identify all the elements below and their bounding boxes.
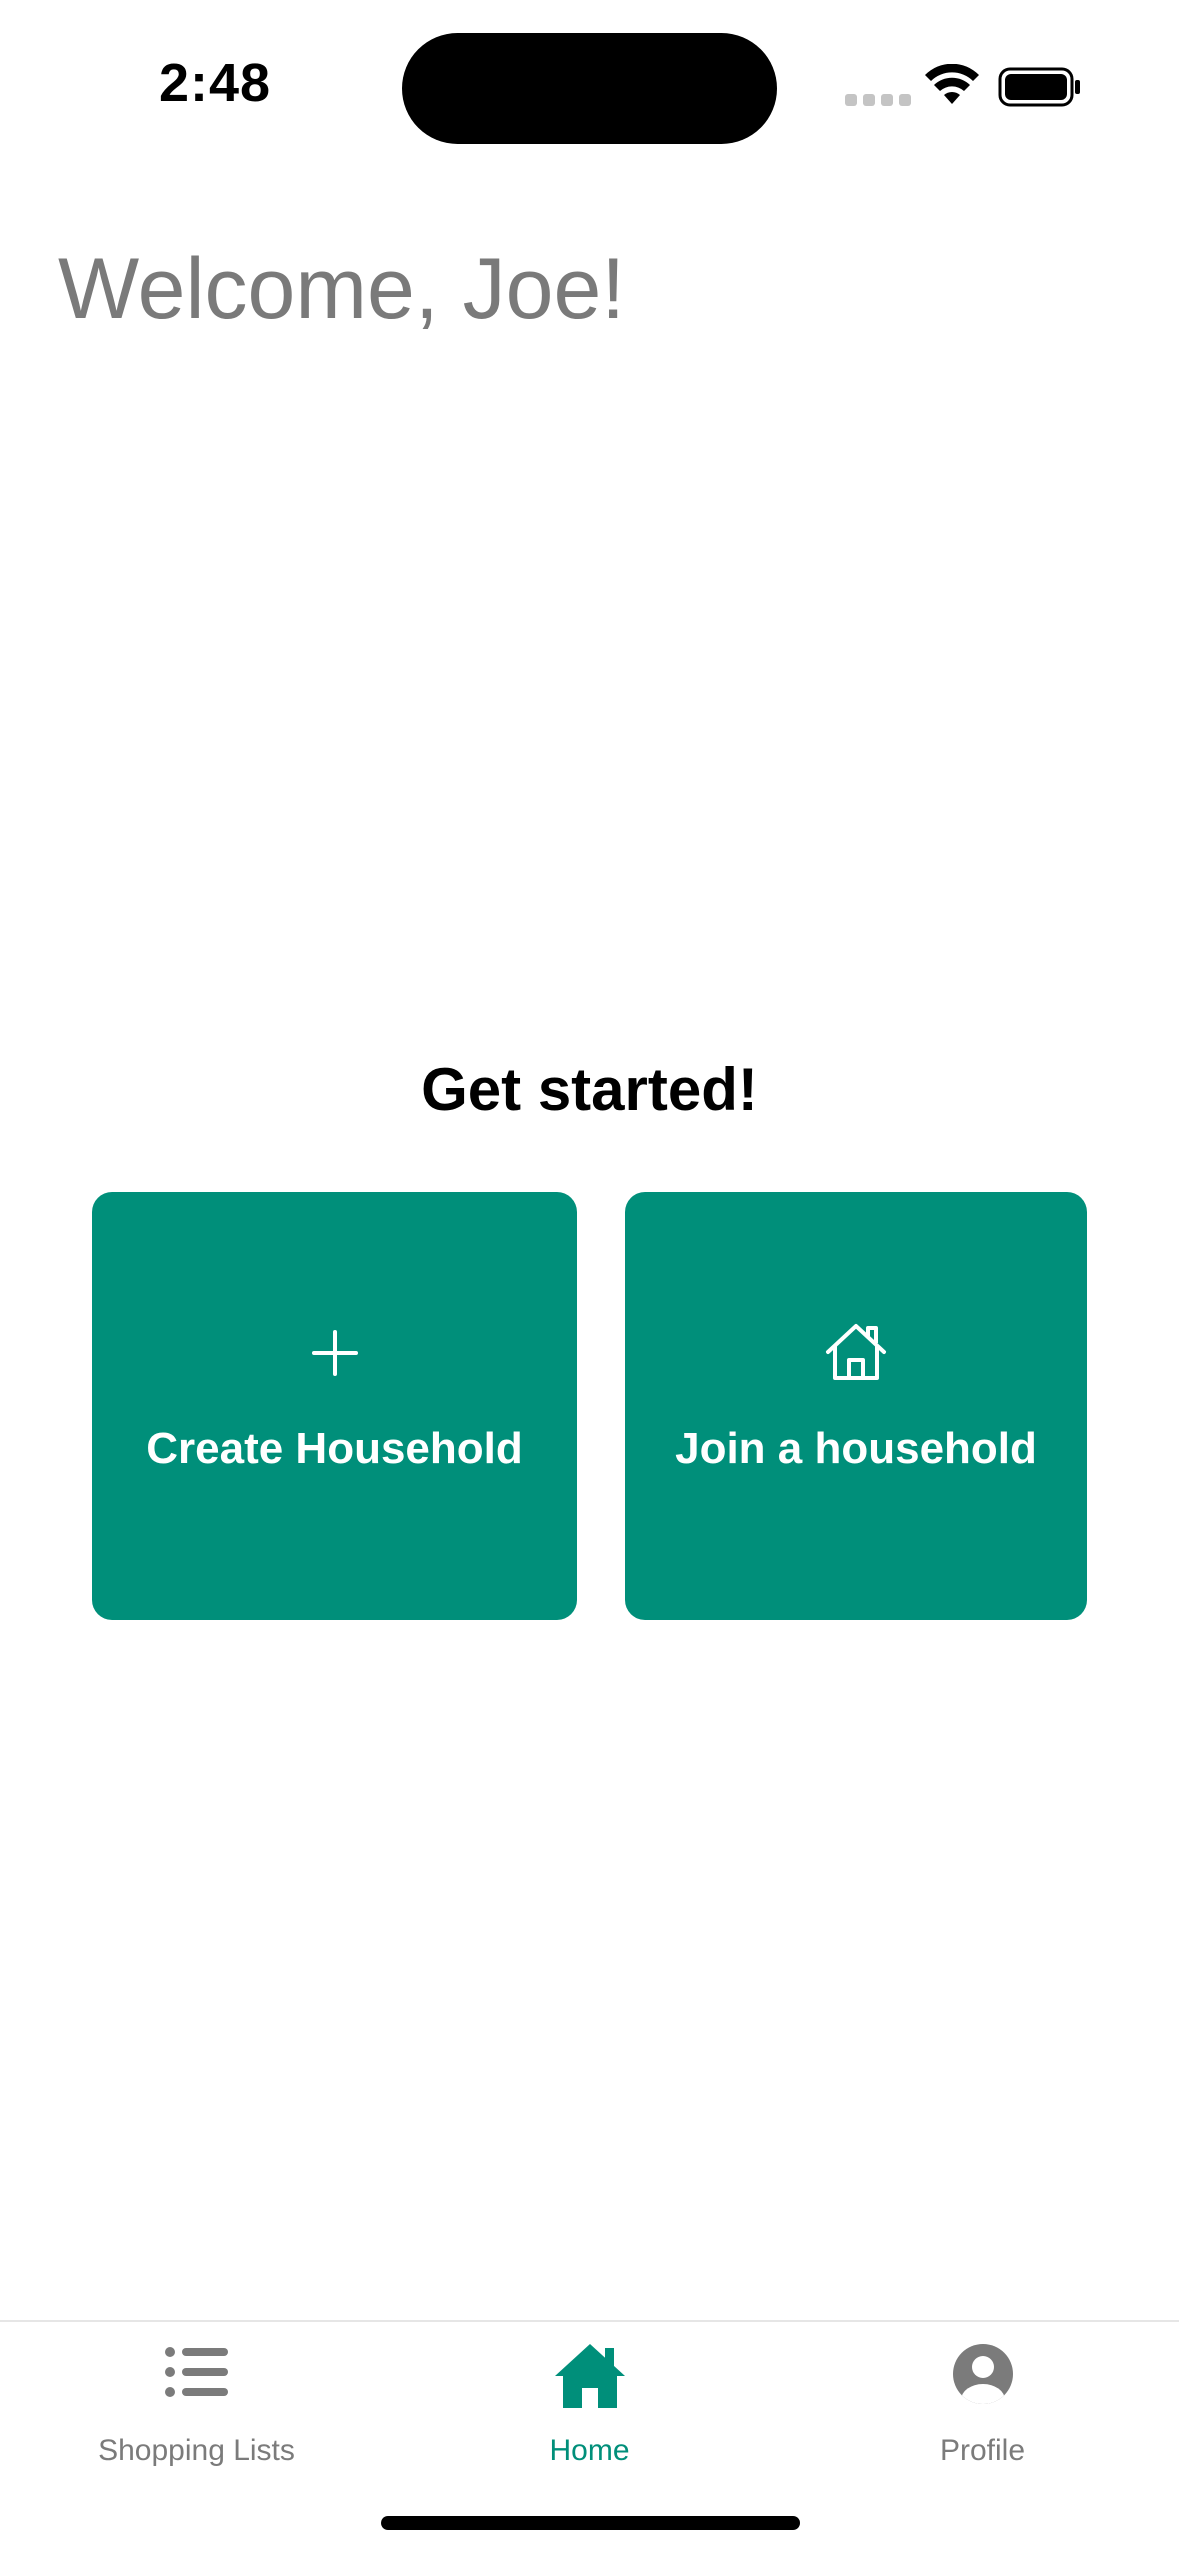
home-indicator <box>381 2516 800 2530</box>
tab-label: Profile <box>939 2434 1026 2467</box>
join-household-label: Join a household <box>675 1424 1037 1473</box>
join-household-button[interactable]: Join a household <box>625 1192 1087 1620</box>
get-started-heading: Get started! <box>421 1056 758 1123</box>
tab-label: Home <box>549 2434 630 2467</box>
tab-label: Shopping Lists <box>98 2434 295 2467</box>
list-icon <box>0 2344 393 2400</box>
home-icon <box>393 2342 786 2410</box>
battery-icon <box>998 67 1080 107</box>
dynamic-island <box>402 33 777 144</box>
tab-shopping-lists[interactable]: Shopping Lists <box>0 2322 393 2482</box>
create-household-button[interactable]: Create Household <box>92 1192 577 1620</box>
status-bar: 2:48 <box>0 0 1179 150</box>
create-household-label: Create Household <box>146 1424 523 1473</box>
tab-profile[interactable]: Profile <box>786 2322 1179 2482</box>
house-outline-icon <box>625 1322 1087 1382</box>
plus-icon <box>92 1330 577 1376</box>
status-time: 2:48 <box>158 53 272 113</box>
person-circle-icon <box>786 2342 1179 2406</box>
page-title: Welcome, Joe! <box>58 241 626 337</box>
tab-home[interactable]: Home <box>393 2322 786 2482</box>
cellular-signal-icon <box>845 94 911 106</box>
tab-bar: Shopping Lists Home Profile <box>0 2320 1179 2558</box>
wifi-icon <box>925 64 979 104</box>
